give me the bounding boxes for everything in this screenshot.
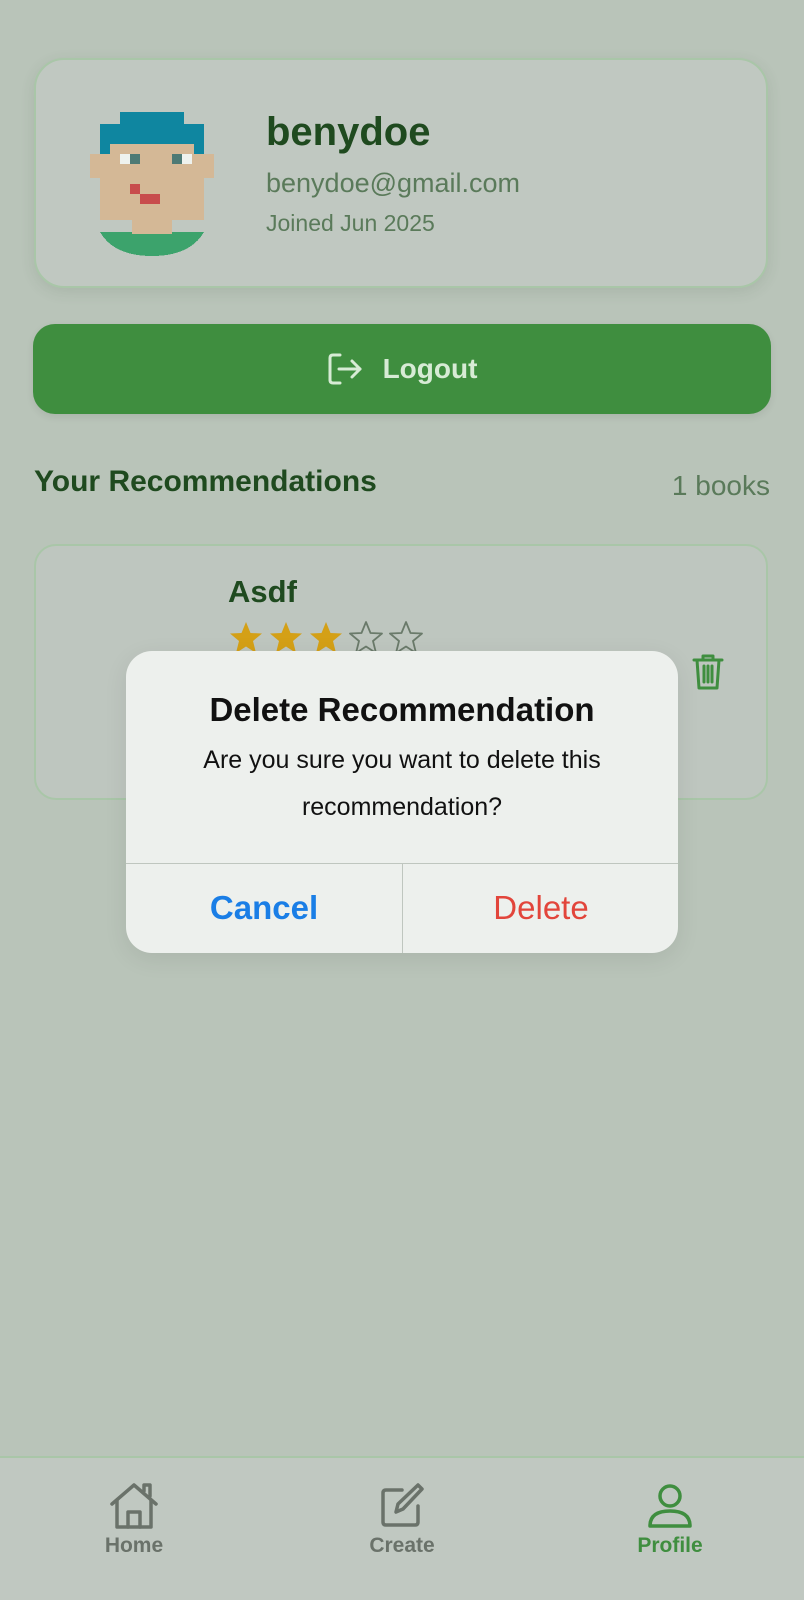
delete-confirmation-dialog: Delete Recommendation Are you sure you w… (126, 651, 678, 953)
tab-profile-label: Profile (637, 1534, 703, 1557)
tab-create-label: Create (369, 1534, 435, 1557)
profile-icon (648, 1484, 692, 1528)
bottom-tab-bar: Home Create Profile (0, 1456, 804, 1600)
cancel-button[interactable]: Cancel (126, 863, 402, 953)
dialog-title: Delete Recommendation (209, 691, 595, 728)
dialog-message: Are you sure you want to delete this rec… (203, 746, 601, 821)
tab-home-label: Home (104, 1534, 164, 1557)
tab-home[interactable]: Home (34, 1482, 234, 1558)
create-icon (381, 1483, 424, 1527)
delete-button[interactable]: Delete (403, 863, 678, 953)
home-icon (110, 1483, 158, 1529)
tab-create[interactable]: Create (302, 1482, 502, 1558)
tab-profile[interactable]: Profile (570, 1482, 770, 1558)
